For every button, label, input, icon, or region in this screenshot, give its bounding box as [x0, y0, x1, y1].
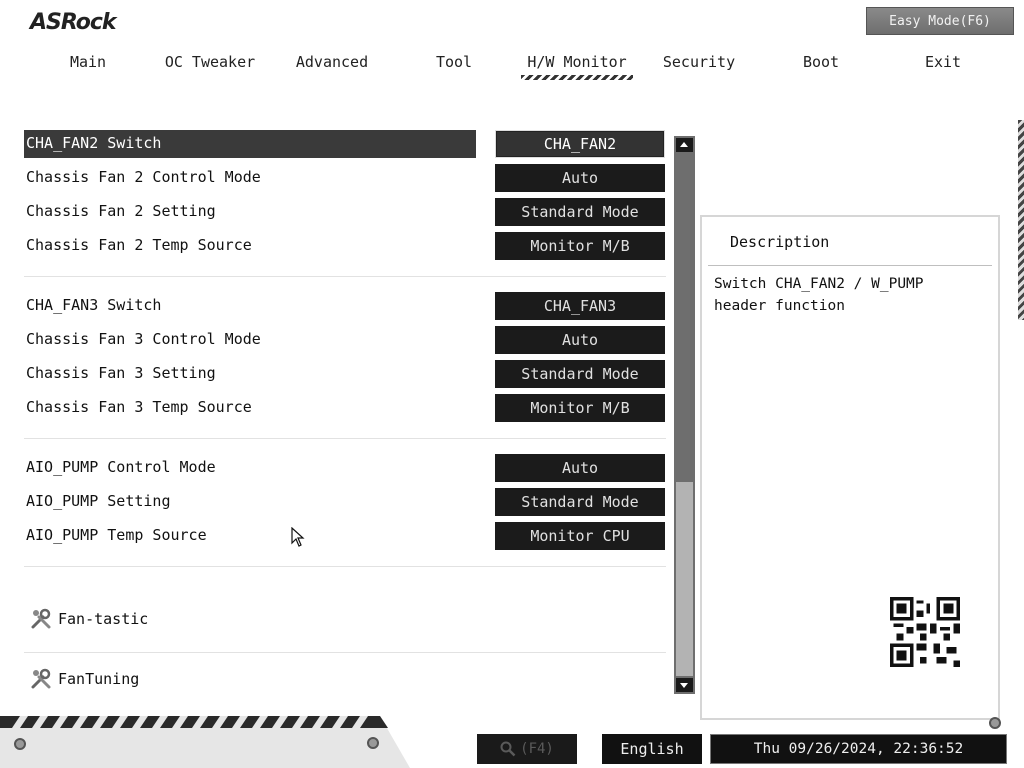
tab-tool[interactable]: Tool — [394, 50, 514, 84]
description-panel: Description Switch CHA_FAN2 / W_PUMP hea… — [700, 215, 1000, 720]
section-divider — [24, 438, 666, 439]
setting-value-button[interactable]: CHA_FAN3 — [495, 292, 665, 320]
setting-row-cha-fan3-switch[interactable]: CHA_FAN3 Switch CHA_FAN3 — [24, 292, 666, 320]
setting-row-cha-fan3-temp-source[interactable]: Chassis Fan 3 Temp Source Monitor M/B — [24, 394, 666, 422]
tab-hw-monitor[interactable]: H/W Monitor — [517, 50, 637, 84]
description-divider — [708, 265, 992, 266]
asrock-logo: ASRock — [30, 10, 117, 35]
screw-icon — [989, 717, 1001, 729]
setting-value-button[interactable]: Standard Mode — [495, 360, 665, 388]
setting-label: Chassis Fan 2 Control Mode — [26, 168, 261, 186]
search-button[interactable]: (F4) — [477, 734, 577, 764]
arrow-up-icon — [680, 142, 688, 147]
setting-label: CHA_FAN2 Switch — [26, 134, 162, 152]
setting-row-cha-fan2-temp-source[interactable]: Chassis Fan 2 Temp Source Monitor M/B — [24, 232, 666, 260]
setting-value-button[interactable]: Monitor M/B — [495, 232, 665, 260]
setting-value-button[interactable]: Monitor CPU — [495, 522, 665, 550]
arrow-down-icon — [680, 683, 688, 688]
decorative-stripe — [1018, 120, 1024, 320]
setting-label: Chassis Fan 2 Temp Source — [26, 236, 252, 254]
setting-label: Chassis Fan 2 Setting — [26, 202, 216, 220]
tool-item-label: FanTuning — [58, 670, 140, 688]
description-title: Description — [730, 233, 830, 251]
search-icon — [500, 741, 516, 757]
setting-row-cha-fan2-switch[interactable]: CHA_FAN2 Switch CHA_FAN2 — [24, 130, 666, 158]
setting-value-button[interactable]: Auto — [495, 326, 665, 354]
main-tab-bar: Main OC Tweaker Advanced Tool H/W Monito… — [28, 50, 1018, 86]
setting-row-aio-pump-setting[interactable]: AIO_PUMP Setting Standard Mode — [24, 488, 666, 516]
setting-row-cha-fan3-control-mode[interactable]: Chassis Fan 3 Control Mode Auto — [24, 326, 666, 354]
setting-row-cha-fan2-control-mode[interactable]: Chassis Fan 2 Control Mode Auto — [24, 164, 666, 192]
setting-value-button[interactable]: Auto — [495, 454, 665, 482]
scroll-down-button[interactable] — [676, 678, 693, 692]
setting-label: AIO_PUMP Control Mode — [26, 458, 216, 476]
setting-label: Chassis Fan 3 Setting — [26, 364, 216, 382]
setting-value-button[interactable]: Standard Mode — [495, 198, 665, 226]
vertical-scrollbar[interactable] — [674, 136, 695, 694]
setting-label: CHA_FAN3 Switch — [26, 296, 162, 314]
setting-row-aio-pump-temp-source[interactable]: AIO_PUMP Temp Source Monitor CPU — [24, 522, 666, 550]
scroll-up-button[interactable] — [676, 138, 693, 152]
tab-boot[interactable]: Boot — [761, 50, 881, 84]
tool-item-fantuning[interactable]: FanTuning — [30, 665, 650, 693]
setting-value-button[interactable]: Monitor M/B — [495, 394, 665, 422]
setting-label: AIO_PUMP Setting — [26, 492, 171, 510]
setting-row-cha-fan2-setting[interactable]: Chassis Fan 2 Setting Standard Mode — [24, 198, 666, 226]
tab-advanced[interactable]: Advanced — [272, 50, 392, 84]
tab-oc-tweaker[interactable]: OC Tweaker — [150, 50, 270, 84]
tool-item-fan-tastic[interactable]: Fan-tastic — [30, 605, 650, 633]
tab-main[interactable]: Main — [28, 50, 148, 84]
setting-row-aio-pump-control-mode[interactable]: AIO_PUMP Control Mode Auto — [24, 454, 666, 482]
setting-value-button[interactable]: Auto — [495, 164, 665, 192]
tool-item-label: Fan-tastic — [58, 610, 149, 628]
mouse-cursor-icon — [291, 527, 305, 547]
tab-security[interactable]: Security — [639, 50, 759, 84]
screw-icon — [367, 737, 379, 749]
scrollbar-thumb[interactable] — [676, 482, 693, 676]
tab-exit[interactable]: Exit — [883, 50, 1003, 84]
datetime-display: Thu 09/26/2024, 22:36:52 — [710, 734, 1007, 764]
setting-label: Chassis Fan 3 Control Mode — [26, 330, 261, 348]
setting-label: Chassis Fan 3 Temp Source — [26, 398, 252, 416]
search-shortcut-label: (F4) — [520, 741, 554, 757]
wrench-icon — [31, 668, 51, 689]
description-text: Switch CHA_FAN2 / W_PUMP header function — [714, 276, 924, 314]
decorative-footer-plate — [0, 716, 410, 768]
section-divider — [24, 566, 666, 567]
section-divider — [24, 652, 666, 653]
qr-code-icon — [890, 597, 960, 667]
easy-mode-button[interactable]: Easy Mode(F6) — [866, 7, 1014, 35]
screw-icon — [14, 738, 26, 750]
wrench-icon — [31, 608, 51, 629]
setting-row-cha-fan3-setting[interactable]: Chassis Fan 3 Setting Standard Mode — [24, 360, 666, 388]
setting-value-button[interactable]: CHA_FAN2 — [495, 130, 665, 158]
language-button[interactable]: English — [602, 734, 702, 764]
setting-value-button[interactable]: Standard Mode — [495, 488, 665, 516]
setting-label: AIO_PUMP Temp Source — [26, 526, 207, 544]
section-divider — [24, 276, 666, 277]
